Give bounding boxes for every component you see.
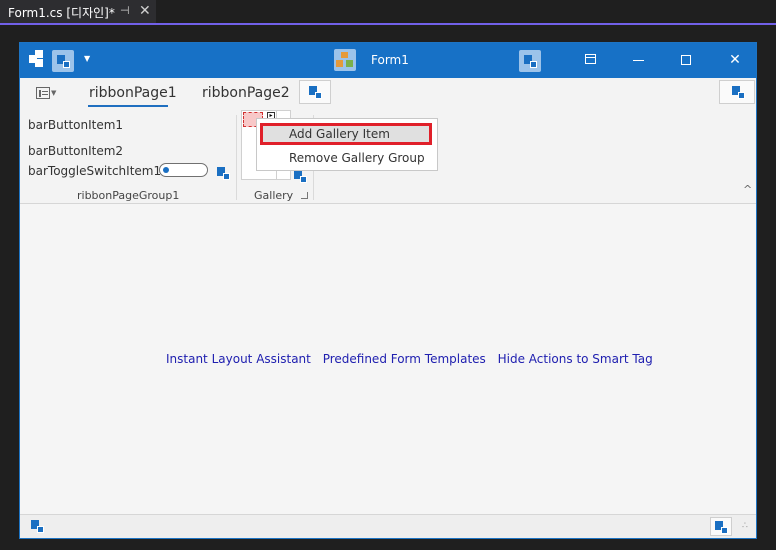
application-menu-dropdown-icon[interactable]: ▼ (51, 89, 56, 97)
designer-links: Instant Layout Assistant Predefined Form… (166, 352, 661, 366)
statusbar-add-right-button[interactable] (710, 517, 732, 536)
statusbar-add-left-icon[interactable] (31, 520, 44, 533)
form-designer-icon (334, 49, 356, 71)
minimize-icon[interactable] (633, 60, 644, 61)
ribbon-page-group-1-caption: ribbonPageGroup1 (77, 189, 180, 202)
quick-access-add-icon[interactable] (52, 50, 74, 72)
form-app-icon (29, 50, 47, 68)
selected-tab-indicator (88, 105, 168, 107)
title-add-icon[interactable] (519, 50, 541, 72)
toggle-switch[interactable] (159, 163, 208, 177)
form-window: ▼ Form1 ✕ ▼ ribbonPage1 ribbonPage2 barB… (19, 42, 757, 539)
form-title: Form1 (371, 53, 409, 67)
menu-item-remove-gallery-group[interactable]: Remove Gallery Group (289, 151, 425, 165)
tab-ribbonpage2[interactable]: ribbonPage2 (202, 85, 290, 101)
group1-add-icon[interactable] (217, 167, 230, 180)
restore-layout-icon[interactable] (585, 54, 596, 64)
customize-dropdown-icon[interactable]: ▼ (84, 54, 90, 63)
add-ribbon-page-button[interactable] (299, 80, 331, 104)
document-tab[interactable]: Form1.cs [디자인]* ⊣ ✕ (0, 0, 156, 25)
dialog-launcher-icon[interactable] (301, 192, 308, 199)
bar-button-item-1[interactable]: barButtonItem1 (28, 118, 123, 132)
link-instant-layout-assistant[interactable]: Instant Layout Assistant (166, 352, 311, 366)
maximize-icon[interactable] (681, 55, 691, 65)
tab-ribbonpage1[interactable]: ribbonPage1 (89, 85, 177, 101)
pin-icon[interactable]: ⊣ (120, 4, 130, 17)
gallery-add-icon[interactable] (294, 170, 307, 183)
menu-item-add-gallery-item[interactable]: Add Gallery Item (289, 127, 390, 141)
tab-close-icon[interactable]: ✕ (139, 3, 151, 19)
application-menu-icon[interactable] (36, 87, 50, 99)
group-separator (236, 115, 237, 200)
bar-toggle-switch-item-1[interactable]: barToggleSwitchItem1 (28, 164, 161, 178)
collapse-ribbon-icon[interactable]: ^ (743, 183, 752, 196)
form-title-bar: ▼ Form1 ✕ (20, 43, 756, 78)
size-grip-icon[interactable]: ∴ (742, 522, 748, 531)
close-icon[interactable]: ✕ (724, 49, 746, 71)
gallery-group-caption: Gallery (254, 189, 294, 202)
document-tab-label: Form1.cs [디자인]* (8, 6, 115, 20)
link-hide-actions[interactable]: Hide Actions to Smart Tag (498, 352, 653, 366)
bar-button-item-2[interactable]: barButtonItem2 (28, 144, 123, 158)
link-predefined-form-templates[interactable]: Predefined Form Templates (323, 352, 486, 366)
status-bar: ∴ (20, 514, 756, 538)
ribbon-right-add-button[interactable] (719, 80, 755, 104)
